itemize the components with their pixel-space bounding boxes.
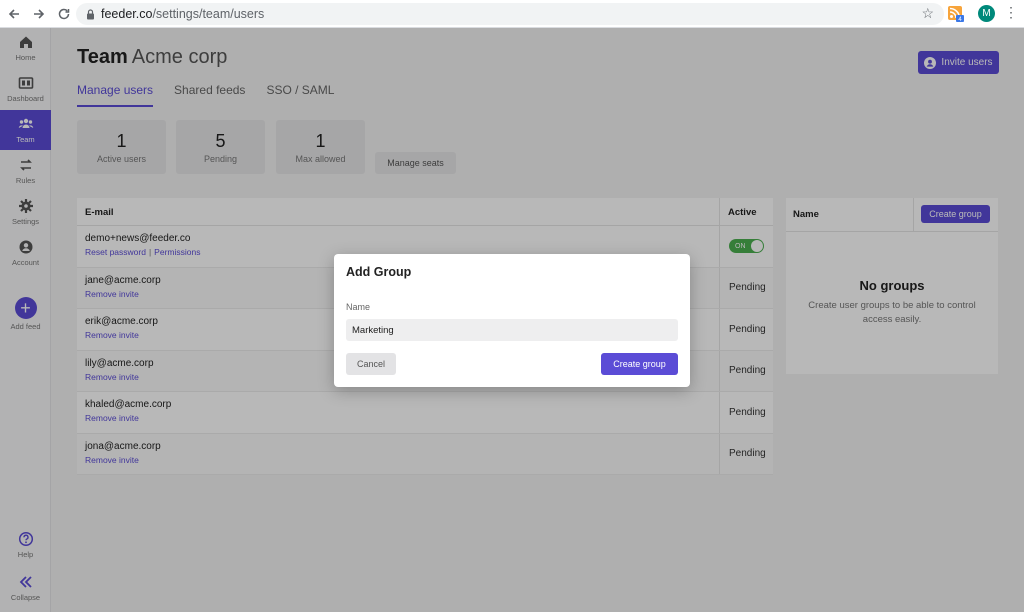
address-bar[interactable]: feeder.co/settings/team/users ☆	[76, 3, 944, 25]
forward-arrow-icon[interactable]	[28, 3, 50, 25]
browser-toolbar: feeder.co/settings/team/users ☆ 4 M ⋮	[0, 0, 1024, 28]
rss-extension-icon[interactable]: 4	[948, 6, 964, 22]
cancel-button[interactable]: Cancel	[346, 353, 396, 375]
back-arrow-icon[interactable]	[3, 3, 25, 25]
lock-icon	[87, 8, 94, 19]
dialog-title: Add Group	[346, 265, 412, 279]
bookmark-star-icon[interactable]: ☆	[921, 5, 934, 22]
add-group-dialog: Add Group Name Cancel Create group	[334, 254, 690, 387]
reload-icon[interactable]	[53, 3, 75, 25]
browser-menu-icon[interactable]: ⋮	[1004, 4, 1018, 21]
create-group-submit-button[interactable]: Create group	[601, 353, 678, 375]
name-label: Name	[346, 302, 371, 312]
profile-avatar[interactable]: M	[978, 5, 995, 22]
group-name-input[interactable]	[346, 319, 678, 341]
url-text: feeder.co/settings/team/users	[101, 7, 265, 21]
